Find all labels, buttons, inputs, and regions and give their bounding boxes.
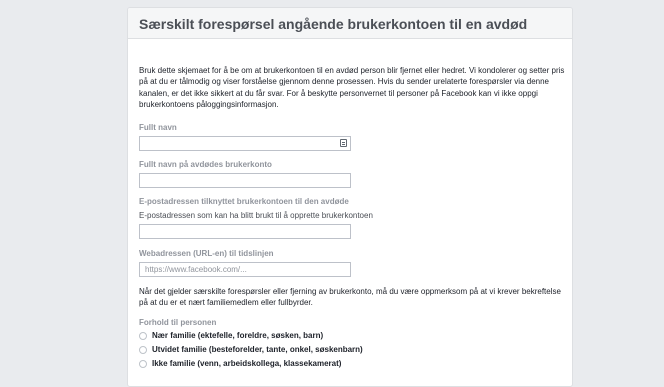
relation-option-not-family[interactable]: Ikke familie (venn, arbeidskollega, klas… (139, 359, 341, 368)
email-label: E-postadressen tilknyttet brukerkontoen … (139, 197, 349, 206)
radio-label: Utvidet familie (besteforelder, tante, o… (152, 345, 363, 354)
deceased-name-label: Fullt navn på avdødes brukerkonto (139, 160, 272, 169)
relation-label: Forhold til personen (139, 318, 217, 327)
timeline-url-label: Webadressen (URL-en) til tidslinjen (139, 249, 274, 258)
form-header: Særskilt forespørsel angående brukerkont… (128, 8, 572, 39)
relation-option-extended-family[interactable]: Utvidet familie (besteforelder, tante, o… (139, 345, 363, 354)
timeline-url-input[interactable]: https://www.facebook.com/... (139, 262, 351, 277)
radio-label: Nær familie (ektefelle, foreldre, søsken… (152, 331, 324, 340)
relation-option-close-family[interactable]: Nær familie (ektefelle, foreldre, søsken… (139, 331, 323, 340)
intro-text: Bruk dette skjemaet for å be om at bruke… (139, 66, 565, 109)
request-form-card: Særskilt forespørsel angående brukerkont… (127, 7, 573, 387)
radio-button[interactable] (139, 331, 147, 340)
deceased-name-input[interactable] (139, 173, 351, 188)
radio-button[interactable] (139, 359, 147, 368)
form-title: Særskilt forespørsel angående brukerkont… (139, 16, 528, 32)
email-input[interactable] (139, 224, 351, 239)
full-name-input[interactable] (139, 136, 351, 151)
radio-label: Ikke familie (venn, arbeidskollega, klas… (152, 359, 342, 368)
email-sublabel: E-postadressen som kan ha blitt brukt ti… (139, 211, 373, 220)
full-name-label: Fullt navn (139, 123, 177, 132)
verification-note: Når det gjelder særskilte forespørsler e… (139, 287, 561, 308)
radio-button[interactable] (139, 345, 147, 354)
contact-card-icon[interactable] (340, 139, 347, 147)
